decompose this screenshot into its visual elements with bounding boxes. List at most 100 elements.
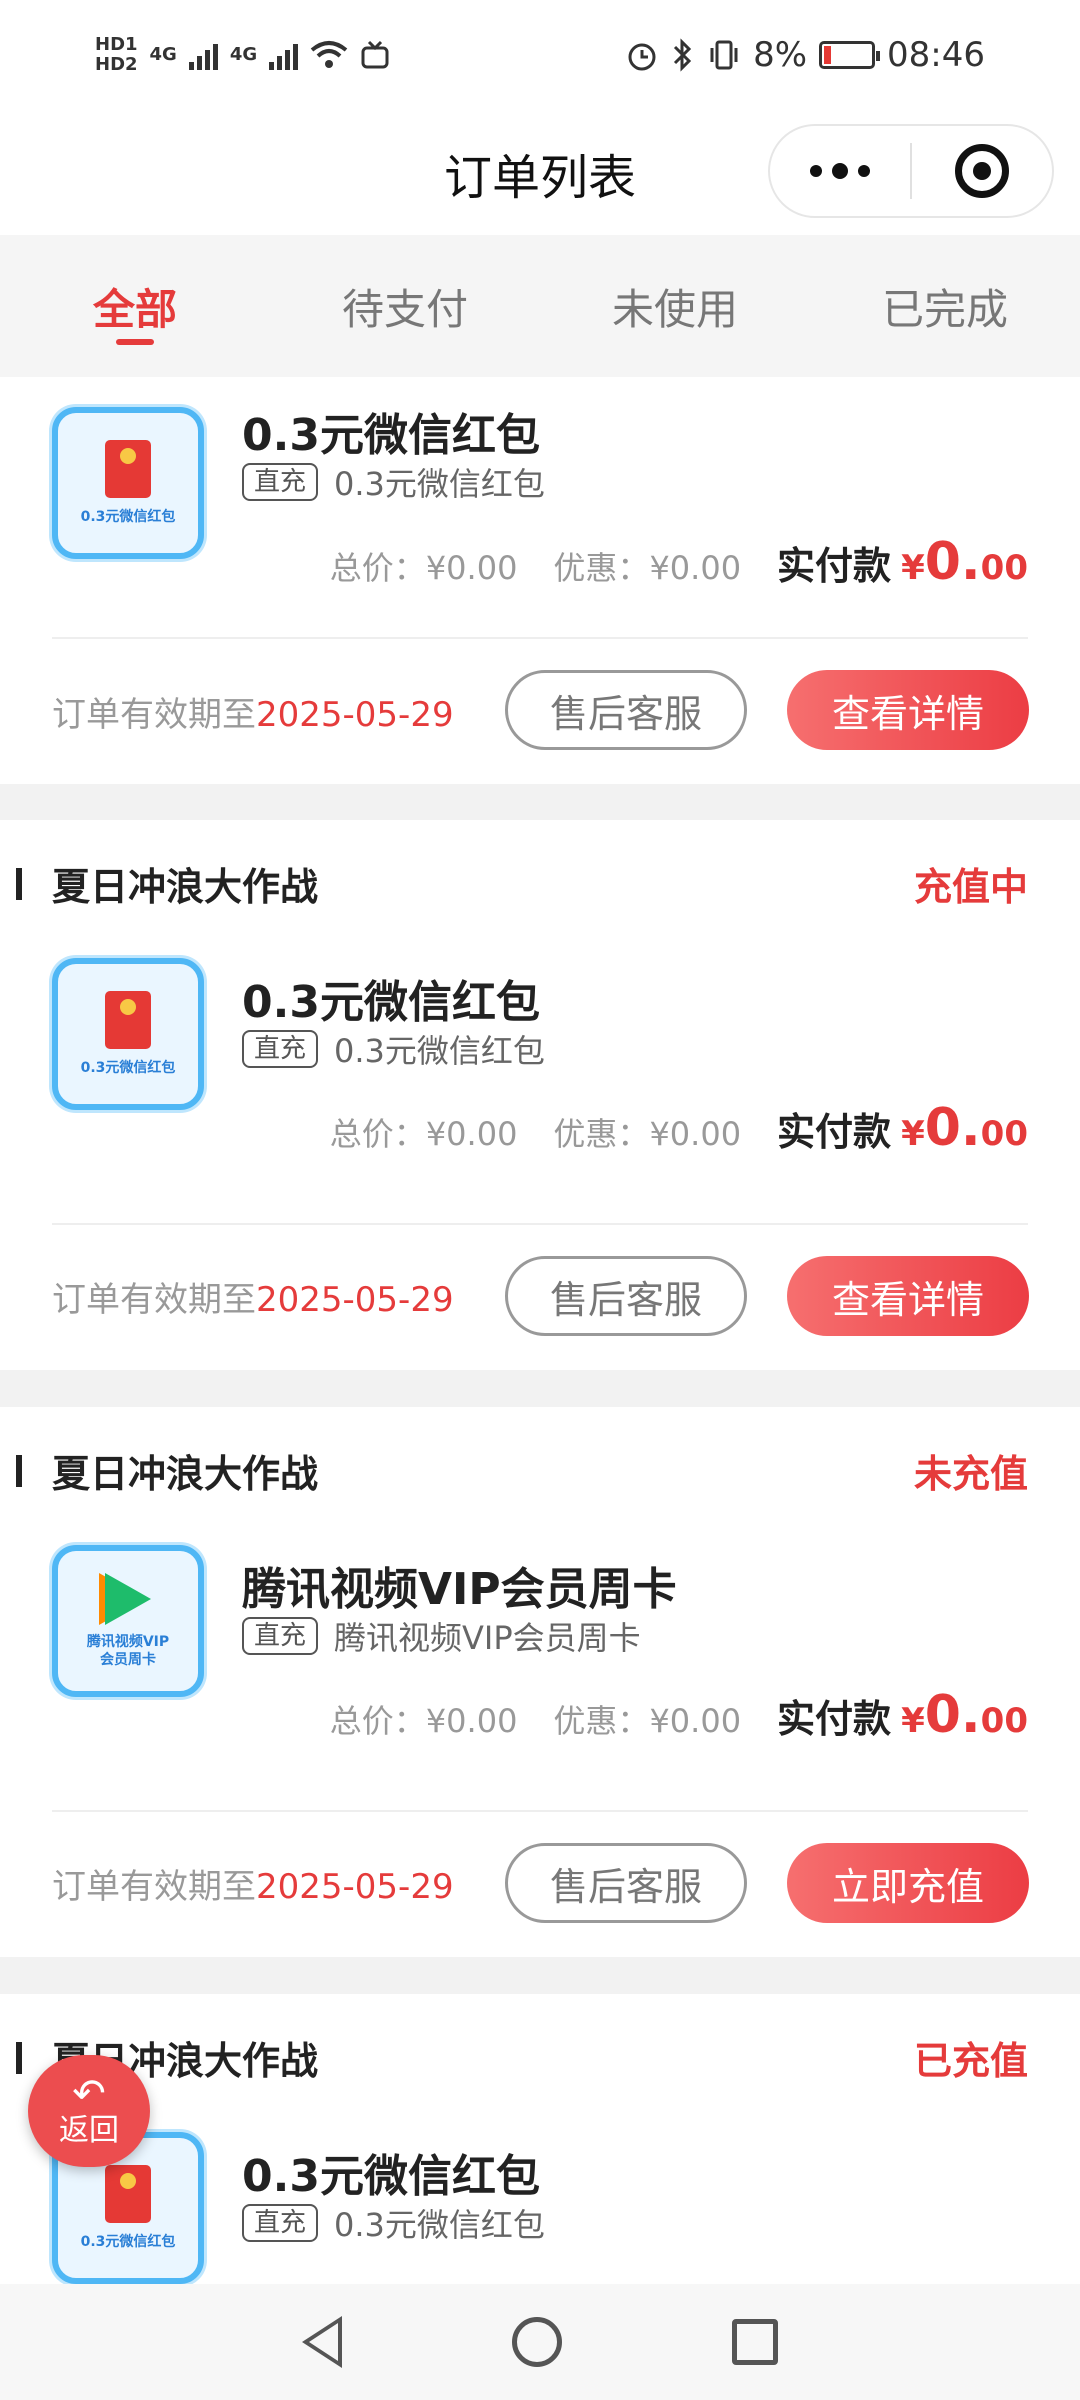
wifi-icon: [310, 41, 348, 68]
order-status: 充值中: [913, 865, 1028, 909]
after-sale-service-button[interactable]: 售后客服: [505, 1843, 747, 1923]
paid-amount-int: 0.: [924, 1685, 981, 1745]
discount-amount: ¥0.00: [649, 1702, 742, 1740]
product-thumbnail: 0.3元微信红包: [52, 407, 204, 559]
vibrate-icon: [710, 40, 738, 70]
order-card: 夏日冲浪大作战 未充值 腾讯视频VIP 会员周卡 腾讯视频VIP会员周卡 直充 腾…: [0, 1407, 1080, 1957]
recharge-now-button[interactable]: 立即充值: [787, 1843, 1029, 1923]
after-sale-service-button[interactable]: 售后客服: [505, 670, 747, 750]
more-dot-icon: [858, 165, 870, 177]
product-name: 0.3元微信红包: [242, 2151, 540, 2202]
product-tag-row: 直充 0.3元微信红包: [242, 2200, 545, 2246]
tv-icon: [361, 40, 389, 69]
product-thumbnail: 0.3元微信红包: [52, 958, 204, 1110]
nav-bar: 订单列表: [0, 110, 1080, 235]
return-arrow-icon: ↶: [72, 2071, 106, 2117]
price-row: 总价： ¥0.00 优惠： ¥0.00 实付款 ¥ 0. 00: [329, 532, 1028, 592]
order-validity: 订单有效期至2025-05-29: [52, 1280, 454, 1320]
recharge-type-tag: 直充: [242, 463, 319, 501]
price-row: 总价： ¥0.00 优惠： ¥0.00 实付款 ¥ 0. 00: [329, 1098, 1028, 1158]
product-name: 腾讯视频VIP会员周卡: [242, 1564, 677, 1615]
tab-all[interactable]: 全部: [0, 235, 270, 377]
paid-label: 实付款: [777, 544, 892, 588]
tab-pending-payment[interactable]: 待支付: [270, 235, 540, 377]
order-status: 已充值: [913, 2039, 1028, 2083]
status-right: 8% 08:46: [625, 35, 985, 75]
view-details-button[interactable]: 查看详情: [787, 670, 1029, 750]
recharge-type-tag: 直充: [242, 2204, 319, 2242]
total-price: ¥0.00: [425, 1115, 518, 1153]
product-spec: 0.3元微信红包: [334, 2206, 545, 2244]
system-nav-bar: [0, 2284, 1080, 2400]
red-packet-icon: [105, 991, 151, 1049]
back-triangle-icon[interactable]: [302, 2316, 342, 2368]
status-bar: HD1 HD2 4G 4G 8% 08:46: [0, 0, 1080, 110]
active-tab-indicator: [116, 339, 154, 345]
product-thumbnail: 腾讯视频VIP 会员周卡: [52, 1545, 204, 1697]
after-sale-service-button[interactable]: 售后客服: [505, 1256, 747, 1336]
shop-marker: [16, 1455, 22, 1487]
product-spec: 0.3元微信红包: [334, 465, 545, 503]
paid-label: 实付款: [777, 1697, 892, 1741]
more-options-button[interactable]: [770, 126, 910, 216]
product-spec: 0.3元微信红包: [334, 1032, 545, 1070]
discount-amount: ¥0.00: [649, 1115, 742, 1153]
order-validity: 订单有效期至2025-05-29: [52, 1867, 454, 1907]
alarm-icon: [628, 43, 656, 71]
product-tag-row: 直充 腾讯视频VIP会员周卡: [242, 1613, 641, 1659]
order-status: 未充值: [913, 1452, 1028, 1496]
tencent-video-icon: [105, 1573, 151, 1625]
order-card: 0.3元微信红包 0.3元微信红包 直充 0.3元微信红包 总价： ¥0.00 优…: [0, 377, 1080, 784]
mini-program-capsule: [768, 124, 1054, 218]
red-packet-icon: [105, 440, 151, 498]
tab-unused[interactable]: 未使用: [540, 235, 810, 377]
recharge-type-tag: 直充: [242, 1030, 319, 1068]
order-card: 夏日冲浪大作战 充值中 0.3元微信红包 0.3元微信红包 直充 0.3元微信红…: [0, 820, 1080, 1370]
product-tag-row: 直充 0.3元微信红包: [242, 1026, 545, 1072]
order-tabs: 全部 待支付 未使用 已完成: [0, 235, 1080, 377]
shop-marker: [16, 868, 22, 900]
price-row: 总价： ¥0.00 优惠： ¥0.00 实付款 ¥ 0. 00: [329, 1685, 1028, 1745]
battery-icon: [819, 41, 881, 69]
clock: 08:46: [887, 35, 985, 75]
product-spec: 腾讯视频VIP会员周卡: [334, 1619, 641, 1657]
paid-amount-dec: 00: [980, 1701, 1028, 1741]
target-icon: [955, 144, 1009, 198]
status-left: HD1 HD2 4G 4G: [95, 35, 390, 75]
signal-icon: [269, 40, 299, 70]
order-list[interactable]: 0.3元微信红包 0.3元微信红包 直充 0.3元微信红包 总价： ¥0.00 优…: [0, 377, 1080, 2284]
divider: [52, 637, 1028, 639]
red-packet-icon: [105, 2165, 151, 2223]
network-type-2: 4G: [229, 44, 258, 65]
back-button[interactable]: ↶ 返回: [28, 2055, 150, 2167]
order-validity: 订单有效期至2025-05-29: [52, 695, 454, 735]
product-tag-row: 直充 0.3元微信红包: [242, 459, 545, 505]
paid-label: 实付款: [777, 1110, 892, 1154]
divider: [52, 1223, 1028, 1225]
total-price: ¥0.00: [425, 549, 518, 587]
paid-amount-dec: 00: [980, 1114, 1028, 1154]
more-dot-icon: [832, 163, 848, 179]
shop-name: 夏日冲浪大作战: [52, 1452, 319, 1496]
shop-marker: [16, 2042, 22, 2074]
paid-amount-int: 0.: [924, 532, 981, 592]
currency-symbol: ¥: [901, 548, 925, 588]
close-mini-program-button[interactable]: [912, 144, 1052, 198]
bluetooth-icon: [674, 38, 692, 72]
tab-completed[interactable]: 已完成: [810, 235, 1080, 377]
view-details-button[interactable]: 查看详情: [787, 1256, 1029, 1336]
paid-amount-int: 0.: [924, 1098, 981, 1158]
shop-name: 夏日冲浪大作战: [52, 865, 319, 909]
more-dot-icon: [810, 165, 822, 177]
currency-symbol: ¥: [901, 1114, 925, 1154]
home-circle-icon[interactable]: [512, 2317, 562, 2367]
currency-symbol: ¥: [901, 1701, 925, 1741]
network-type-1: 4G: [149, 44, 177, 65]
product-name: 0.3元微信红包: [242, 977, 540, 1028]
recents-square-icon[interactable]: [732, 2319, 778, 2365]
paid-amount-dec: 00: [980, 548, 1028, 588]
order-card: 夏日冲浪大作战 已充值 0.3元微信红包 0.3元微信红包 直充 0.3元微信红…: [0, 1994, 1080, 2284]
hd-indicator: HD1 HD2: [95, 34, 138, 75]
battery-percent: 8%: [753, 35, 808, 75]
signal-icon: [188, 40, 218, 70]
